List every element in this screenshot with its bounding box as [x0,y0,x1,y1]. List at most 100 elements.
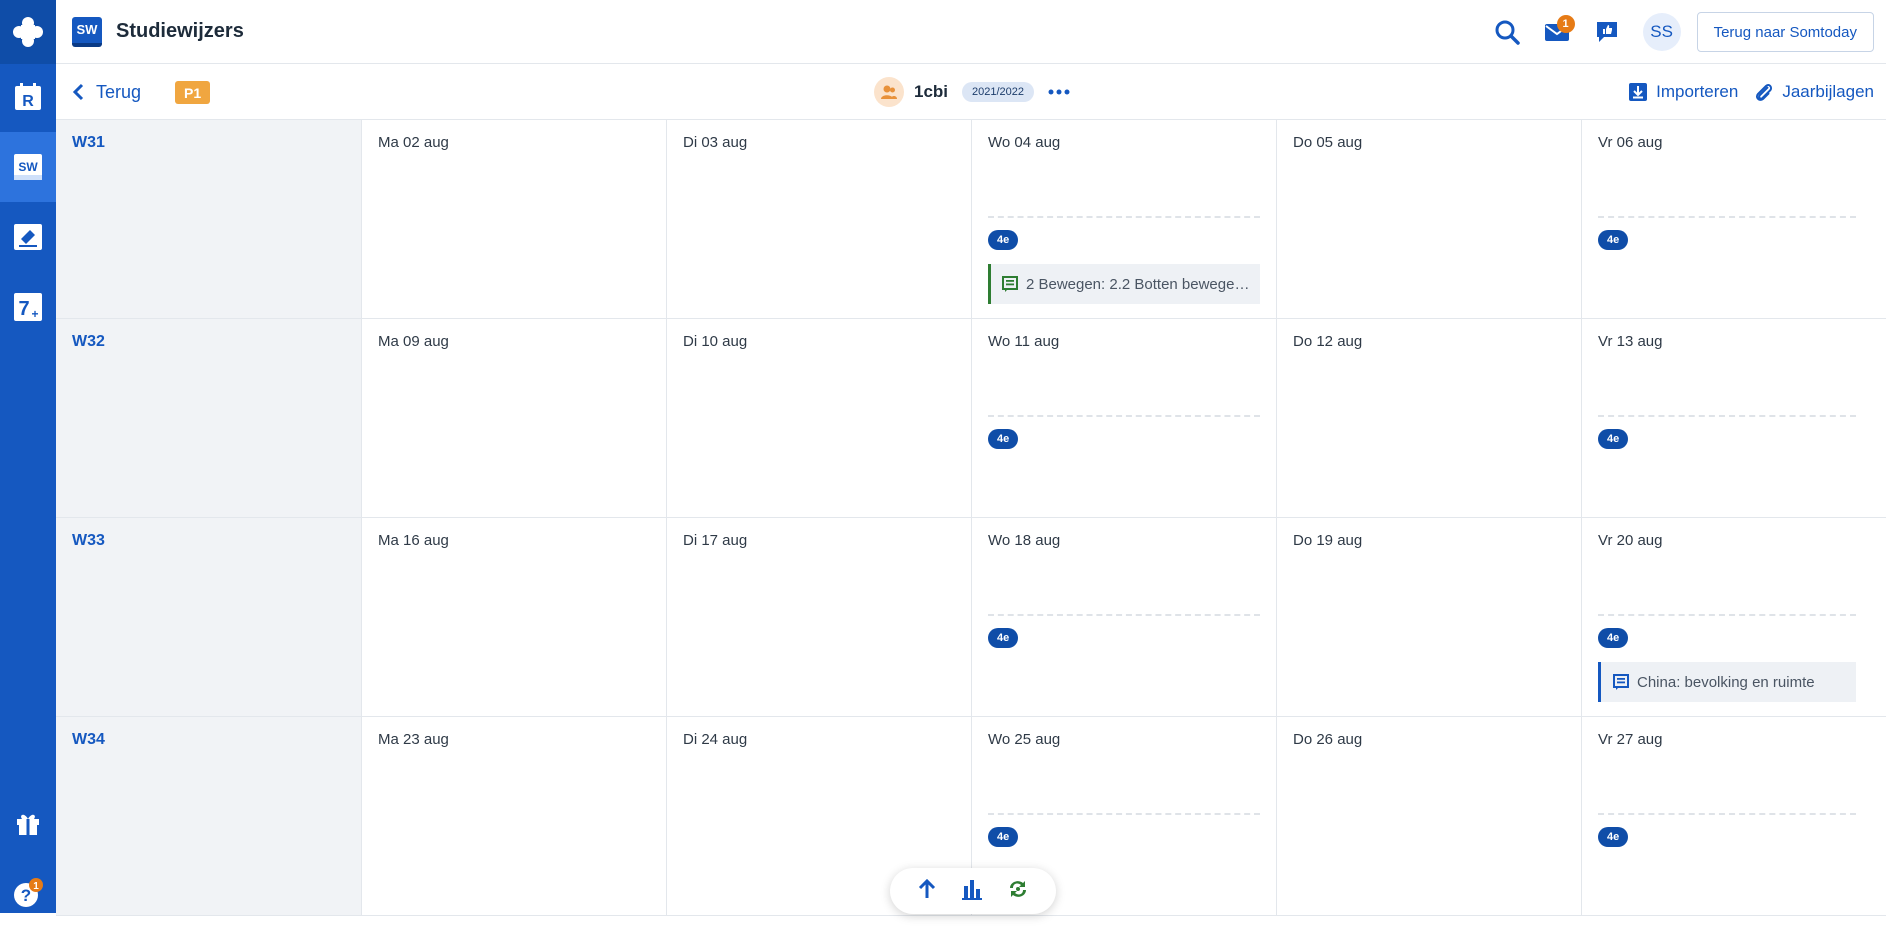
group-name: 1cbi [914,82,948,102]
scroll-up-button[interactable] [916,878,938,905]
rail-rooster[interactable]: R [0,62,56,132]
lesson-divider [1598,614,1856,616]
day-label: Di 03 aug [683,134,747,151]
day-label: Di 24 aug [683,731,747,748]
day-cell[interactable]: Ma 02 aug [362,120,667,318]
lesson-divider [1598,813,1856,815]
chart-button[interactable] [961,878,983,905]
day-cell[interactable]: Vr 27 aug4e [1582,717,1872,915]
day-label: Wo 04 aug [988,134,1060,151]
lesson-hour-badge[interactable]: 4e [988,827,1018,847]
download-icon [1628,82,1648,102]
day-cell[interactable]: Di 03 aug [667,120,972,318]
day-label: Vr 06 aug [1598,134,1663,151]
lesson-divider [988,216,1260,218]
lesson-hour-badge[interactable]: 4e [988,429,1018,449]
sync-icon [1006,878,1030,900]
back-label: Terug [96,82,141,103]
messages-button[interactable]: 1 [1537,12,1577,52]
back-button[interactable]: Terug [72,64,141,120]
day-label: Ma 02 aug [378,134,449,151]
app-badge: SW [72,17,102,47]
help-icon: ? 1 [12,877,44,909]
somtoday-logo-icon [11,15,45,49]
lesson-hour-badge[interactable]: 4e [1598,429,1628,449]
lesson-hour-badge[interactable]: 4e [988,628,1018,648]
somtoday-logo[interactable] [0,0,56,64]
lesson-hour-badge[interactable]: 4e [1598,827,1628,847]
sync-button[interactable] [1006,878,1030,905]
day-label: Vr 20 aug [1598,532,1663,549]
lesson-hour-badge[interactable]: 4e [1598,230,1628,250]
more-options-button[interactable] [1048,89,1070,95]
attachments-button[interactable]: Jaarbijlagen [1754,81,1874,103]
day-cell[interactable]: Do 19 aug [1277,518,1582,716]
messages-badge: 1 [1557,15,1575,33]
studiewijzer-icon: SW [13,153,43,181]
cijfers-icon: 7 + [13,292,43,322]
period-badge: P1 [175,81,210,104]
rail-studiewijzer[interactable]: SW [0,132,56,202]
import-label: Importeren [1656,82,1738,102]
rail-cijfers[interactable]: 7 + [0,272,56,342]
group-info: 1cbi 2021/2022 [874,64,1070,120]
day-label: Di 10 aug [683,333,747,350]
import-button[interactable]: Importeren [1628,82,1738,102]
svg-text:+: + [31,307,38,321]
rail-inleveren[interactable] [0,202,56,272]
day-cell[interactable]: Do 26 aug [1277,717,1582,915]
day-label: Di 17 aug [683,532,747,549]
day-cell[interactable]: Di 10 aug [667,319,972,517]
day-label: Ma 16 aug [378,532,449,549]
back-to-somtoday-button[interactable]: Terug naar Somtoday [1697,12,1874,52]
day-label: Ma 09 aug [378,333,449,350]
day-cell[interactable]: Vr 20 aug 4e China: bevolking en ruimte [1582,518,1872,716]
sub-toolbar: Terug P1 1cbi 2021/2022 Importere [56,64,1886,120]
day-cell[interactable]: Ma 09 aug [362,319,667,517]
lesson-hour-badge[interactable]: 4e [1598,628,1628,648]
rail-gift[interactable] [0,788,56,858]
group-avatar [874,77,904,107]
svg-text:R: R [22,93,34,110]
lesson-hour-badge[interactable]: 4e [988,230,1018,250]
week-label: W33 [56,518,362,716]
week-row: W31 Ma 02 aug Di 03 aug Wo 04 aug 4e 2 Bewege… [56,120,1886,319]
chart-icon [961,878,983,900]
day-label: Vr 13 aug [1598,333,1663,350]
week-row: W32Ma 09 augDi 10 augWo 11 aug4eDo 12 au… [56,319,1886,518]
day-label: Do 26 aug [1293,731,1362,748]
search-button[interactable] [1487,12,1527,52]
day-cell[interactable]: Do 05 aug [1277,120,1582,318]
week-label: W34 [56,717,362,915]
day-cell[interactable]: Di 17 aug [667,518,972,716]
lesson-divider [988,415,1260,417]
day-cell[interactable]: Ma 16 aug [362,518,667,716]
day-cell[interactable]: Wo 11 aug 4e [972,319,1277,517]
lesson-divider [988,614,1260,616]
day-cell[interactable]: Wo 04 aug 4e 2 Bewegen: 2.2 Botten bewegen… [972,120,1277,318]
user-avatar[interactable]: SS [1643,13,1681,51]
day-cell[interactable]: Vr 13 aug 4e [1582,319,1872,517]
day-cell[interactable]: Ma 23 aug [362,717,667,915]
scroll-up-icon [916,878,938,900]
day-label: Ma 23 aug [378,731,449,748]
study-item-title: 2 Bewegen: 2.2 Botten bewegen:... [1026,276,1260,293]
week-label: W31 [56,120,362,318]
page-title: Studiewijzers [116,20,244,43]
search-icon [1494,19,1520,45]
gift-icon [15,810,41,836]
svg-text:7: 7 [18,298,29,320]
study-item[interactable]: China: bevolking en ruimte [1598,662,1856,702]
day-label: Do 12 aug [1293,333,1362,350]
feedback-button[interactable] [1587,12,1627,52]
day-cell[interactable]: Do 12 aug [1277,319,1582,517]
study-item[interactable]: 2 Bewegen: 2.2 Botten bewegen:... [988,264,1260,304]
app-rail: R SW 7 + ? [0,0,56,913]
floating-toolbar [890,868,1056,914]
rail-help[interactable]: ? 1 [0,858,56,928]
day-cell[interactable]: Vr 06 aug 4e [1582,120,1872,318]
day-label: Wo 11 aug [988,333,1059,350]
more-horizontal-icon [1048,89,1070,95]
top-bar: SW Studiewijzers 1 SS Terug naar Somtoda… [56,0,1886,64]
day-cell[interactable]: Wo 18 aug4e [972,518,1277,716]
